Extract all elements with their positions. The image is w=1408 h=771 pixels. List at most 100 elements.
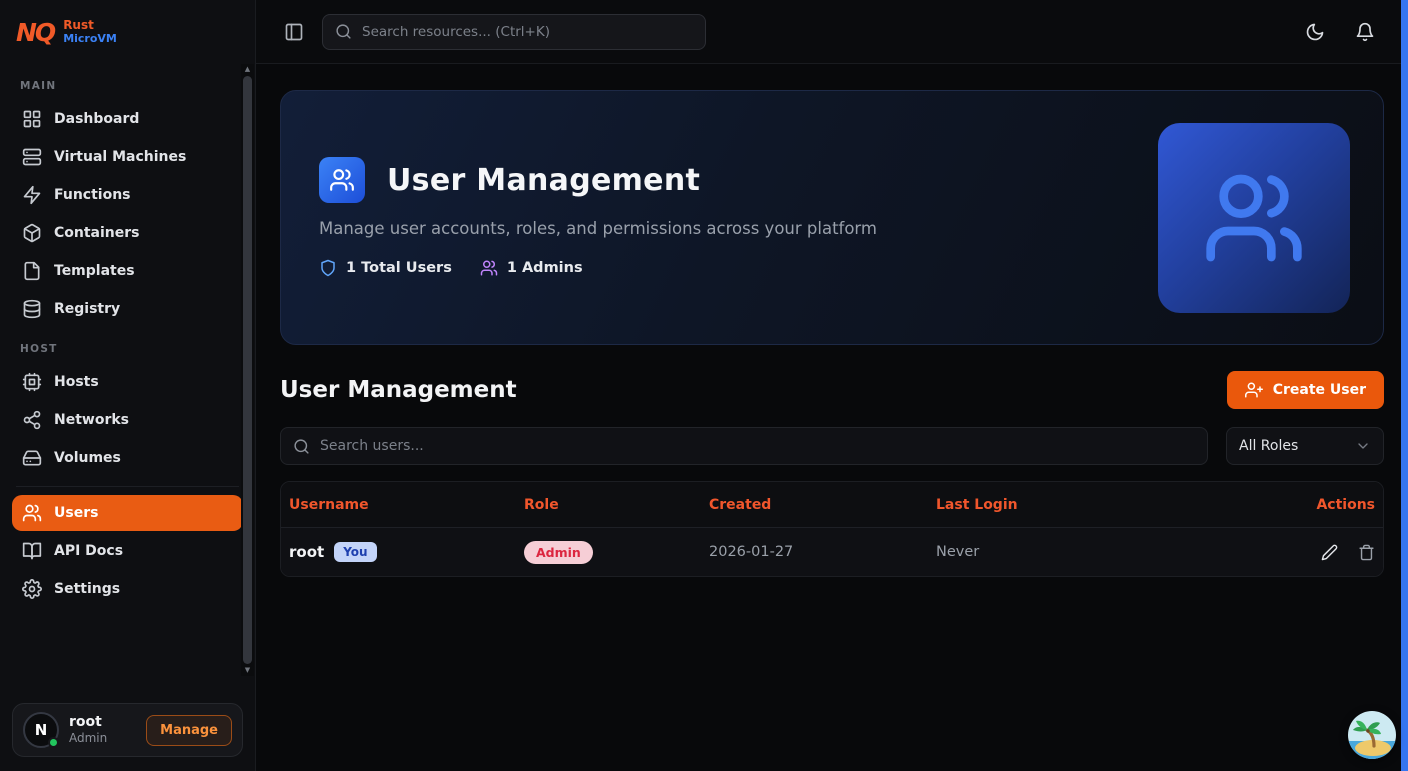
sidebar-item-label: Registry <box>54 301 120 317</box>
hero-icon-box <box>319 157 365 203</box>
column-header-role: Role <box>524 497 709 513</box>
network-icon <box>22 410 42 430</box>
actions-cell <box>1285 544 1375 561</box>
notifications-bell-icon[interactable] <box>1355 22 1375 42</box>
scrollbar-thumb[interactable] <box>243 76 252 664</box>
sidebar-nav: MAIN Dashboard Virtual Machines Function… <box>0 64 255 693</box>
create-user-label: Create User <box>1273 382 1366 398</box>
sidebar-item-label: Hosts <box>54 374 99 390</box>
sidebar-item-volumes[interactable]: Volumes <box>12 440 243 476</box>
sidebar-item-functions[interactable]: Functions <box>12 177 243 213</box>
avatar: N <box>23 712 59 748</box>
hero-banner: User Management Manage user accounts, ro… <box>280 90 1384 345</box>
chevron-down-icon <box>1355 438 1371 454</box>
users-icon <box>1202 166 1306 270</box>
table-row: root You Admin 2026-01-27 Never <box>281 528 1383 576</box>
sidebar-scrollbar[interactable]: ▲ ▼ <box>241 64 254 676</box>
nav-section-label-host: HOST <box>0 329 255 362</box>
you-badge: You <box>334 542 376 562</box>
sidebar-item-networks[interactable]: Networks <box>12 402 243 438</box>
edit-user-button[interactable] <box>1321 544 1338 561</box>
hero-art-tile <box>1158 123 1350 313</box>
brand-logo: NQ <box>16 18 54 47</box>
last-login-cell: Never <box>936 544 1285 560</box>
dark-mode-moon-icon[interactable] <box>1305 22 1325 42</box>
sidebar-toggle-icon[interactable] <box>284 22 304 42</box>
user-search-box[interactable] <box>280 427 1208 465</box>
roles-filter-value: All Roles <box>1239 438 1298 454</box>
dashboard-icon <box>22 109 42 129</box>
admin-role-badge: Admin <box>524 541 593 564</box>
sidebar-item-label: Virtual Machines <box>54 149 186 165</box>
column-header-created: Created <box>709 497 936 513</box>
logo-link[interactable]: NQ Rust MicroVM <box>0 0 255 64</box>
users-table: Username Role Created Last Login Actions… <box>280 481 1384 577</box>
cpu-icon <box>22 372 42 392</box>
brand-name: Rust MicroVM <box>63 19 117 45</box>
server-icon <box>22 147 42 167</box>
roles-filter-select[interactable]: All Roles <box>1226 427 1384 465</box>
lightning-icon <box>22 185 42 205</box>
column-header-username: Username <box>289 497 524 513</box>
nav-section-label-main: MAIN <box>0 66 255 99</box>
brand-name-top: Rust <box>63 19 117 33</box>
column-header-actions: Actions <box>1316 497 1375 513</box>
global-search-input[interactable] <box>362 24 693 40</box>
sidebar-item-registry[interactable]: Registry <box>12 291 243 327</box>
beach-widget-button[interactable] <box>1348 711 1396 759</box>
sidebar-item-hosts[interactable]: Hosts <box>12 364 243 400</box>
avatar-initial: N <box>35 721 48 739</box>
gear-icon <box>22 579 42 599</box>
sidebar: NQ Rust MicroVM MAIN Dashboard Virtual M… <box>0 0 256 771</box>
sidebar-item-label: Templates <box>54 263 135 279</box>
sidebar-footer: N root Admin Manage <box>0 693 255 771</box>
sidebar-item-templates[interactable]: Templates <box>12 253 243 289</box>
total-users-text: 1 Total Users <box>346 260 452 276</box>
online-status-dot <box>48 737 59 748</box>
delete-user-button[interactable] <box>1358 544 1375 561</box>
filter-row: All Roles <box>280 427 1384 465</box>
page-title: User Management <box>280 377 517 403</box>
sidebar-item-label: Volumes <box>54 450 121 466</box>
global-search-box[interactable] <box>322 14 706 50</box>
database-icon <box>22 299 42 319</box>
current-user-role: Admin <box>69 731 107 746</box>
book-open-icon <box>22 541 42 561</box>
scroll-down-arrow-icon[interactable]: ▼ <box>245 666 250 675</box>
scroll-up-arrow-icon[interactable]: ▲ <box>245 65 250 74</box>
users-icon <box>480 259 498 277</box>
brand-name-bottom: MicroVM <box>63 33 117 46</box>
username-cell: root You <box>289 542 524 562</box>
sidebar-item-api-docs[interactable]: API Docs <box>12 533 243 569</box>
window-scrollbar[interactable] <box>1401 0 1408 771</box>
users-icon <box>22 503 42 523</box>
created-cell: 2026-01-27 <box>709 544 936 560</box>
users-icon <box>329 167 355 193</box>
user-plus-icon <box>1245 381 1263 399</box>
admins-text: 1 Admins <box>507 260 583 276</box>
sidebar-item-dashboard[interactable]: Dashboard <box>12 101 243 137</box>
column-header-last-login: Last Login <box>936 497 1285 513</box>
sidebar-divider <box>16 486 239 487</box>
create-user-button[interactable]: Create User <box>1227 371 1384 409</box>
role-cell: Admin <box>524 541 709 564</box>
file-code-icon <box>22 261 42 281</box>
hero-title: User Management <box>387 163 700 198</box>
sidebar-item-label: API Docs <box>54 543 123 559</box>
sidebar-item-label: Users <box>54 505 98 521</box>
page-content: User Management Manage user accounts, ro… <box>256 64 1408 771</box>
sidebar-item-users[interactable]: Users <box>12 495 243 531</box>
users-table-header: Username Role Created Last Login Actions <box>281 482 1383 528</box>
sidebar-item-label: Networks <box>54 412 129 428</box>
sidebar-item-virtual-machines[interactable]: Virtual Machines <box>12 139 243 175</box>
shield-icon <box>319 259 337 277</box>
manage-account-button[interactable]: Manage <box>146 715 232 746</box>
sidebar-item-settings[interactable]: Settings <box>12 571 243 607</box>
user-search-input[interactable] <box>320 438 1195 454</box>
sidebar-item-label: Settings <box>54 581 120 597</box>
topbar-actions <box>1305 22 1375 42</box>
current-user-card: N root Admin Manage <box>12 703 243 757</box>
sidebar-item-containers[interactable]: Containers <box>12 215 243 251</box>
current-user-info: root Admin <box>69 714 107 747</box>
current-user-name: root <box>69 714 107 732</box>
